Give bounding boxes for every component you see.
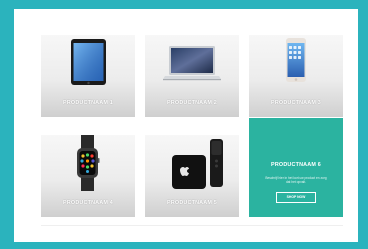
featured-product-tile[interactable]: PRODUCTNAAM 6 Beschrijf hier in het kort… bbox=[249, 118, 343, 217]
featured-product-title: PRODUCTNAAM 6 bbox=[271, 162, 321, 168]
product-grid-panel: PRODUCTNAAM 1 PRODUCTNAAM 2 PRODUCTNAAM … bbox=[14, 9, 358, 242]
product-name: PRODUCTNAAM 4 bbox=[63, 200, 113, 206]
product-name: PRODUCTNAAM 2 bbox=[167, 100, 217, 106]
product-tile-5[interactable]: PRODUCTNAAM 5 bbox=[145, 135, 239, 217]
product-name: PRODUCTNAAM 3 bbox=[271, 100, 321, 106]
shop-now-button[interactable]: SHOP NOW bbox=[276, 192, 316, 203]
product-tile-4[interactable]: PRODUCTNAAM 4 bbox=[41, 135, 135, 217]
product-name: PRODUCTNAAM 5 bbox=[167, 200, 217, 206]
product-name: PRODUCTNAAM 1 bbox=[63, 100, 113, 106]
divider bbox=[41, 225, 343, 226]
product-tile-1[interactable]: PRODUCTNAAM 1 bbox=[41, 35, 135, 117]
featured-product-description: Beschrijf hier in het kort uw product en… bbox=[265, 176, 327, 185]
product-tile-3[interactable]: PRODUCTNAAM 3 bbox=[249, 35, 343, 117]
product-tile-2[interactable]: PRODUCTNAAM 2 bbox=[145, 35, 239, 117]
